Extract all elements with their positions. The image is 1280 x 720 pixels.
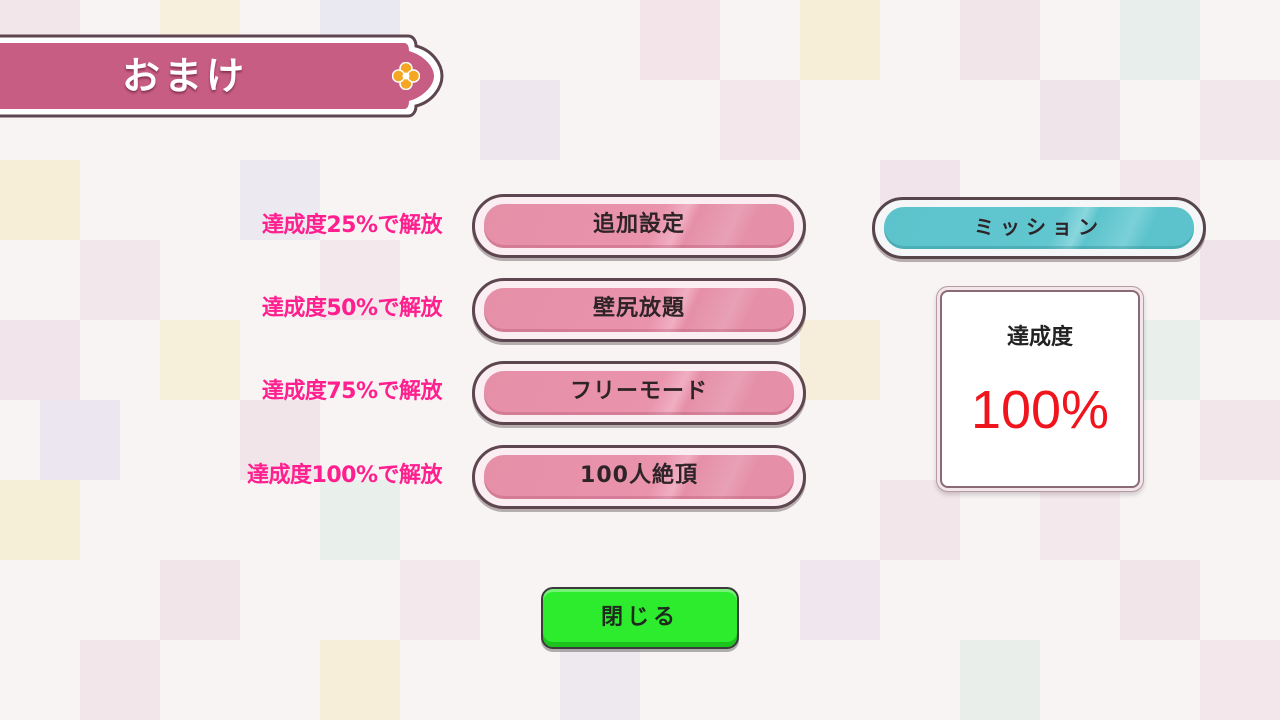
close-label: 閉じる	[600, 605, 679, 630]
close-button[interactable]: 閉じる	[541, 587, 739, 649]
free-mode-button[interactable]: フリーモード	[472, 361, 806, 425]
flower-icon	[392, 62, 420, 90]
unlock-condition-3: 達成度75%で解放	[261, 379, 443, 404]
page-title: おまけ	[122, 53, 249, 98]
achievement-value: 100%	[970, 380, 1110, 440]
unlock-condition-4: 達成度100%で解放	[247, 463, 442, 488]
extra-settings-label: 追加設定	[592, 212, 685, 237]
extra-settings-button[interactable]: 追加設定	[472, 194, 806, 258]
hundred-people-button[interactable]: 100人絶頂	[472, 445, 806, 509]
mission-button[interactable]: ミッション	[872, 197, 1206, 259]
wall-mode-button[interactable]: 壁尻放題	[472, 278, 806, 342]
achievement-panel: 達成度 100%	[940, 290, 1140, 488]
achievement-title: 達成度	[1006, 325, 1073, 350]
unlock-condition-1: 達成度25%で解放	[261, 213, 443, 238]
hundred-people-label: 100人絶頂	[580, 463, 698, 488]
wall-mode-label: 壁尻放題	[592, 296, 685, 321]
unlock-condition-2: 達成度50%で解放	[261, 296, 443, 321]
mission-label: ミッション	[974, 215, 1104, 239]
free-mode-label: フリーモード	[569, 379, 708, 404]
